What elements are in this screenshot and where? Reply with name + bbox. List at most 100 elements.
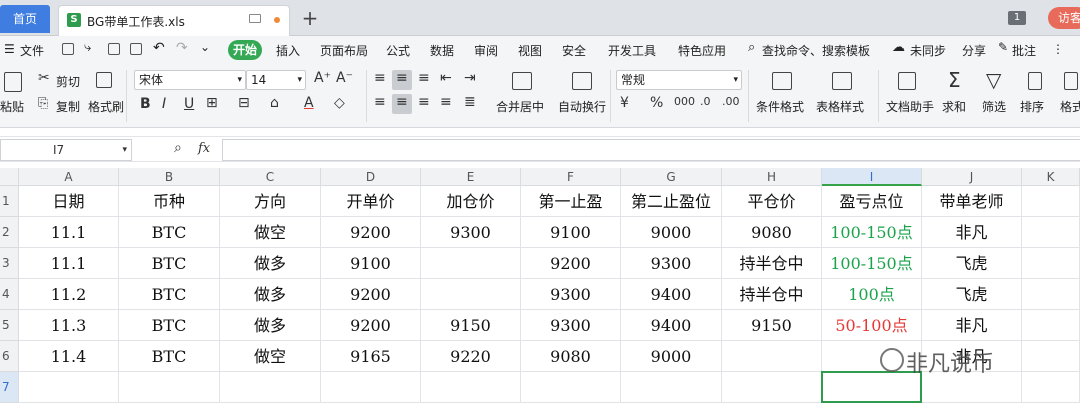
header-cell[interactable]: 日期	[19, 186, 119, 217]
border-icon[interactable]: ⊞	[206, 95, 218, 111]
export-pdf-icon[interactable]: ⤷	[84, 40, 91, 55]
menu-security[interactable]: 安全	[562, 42, 586, 59]
sync-status[interactable]: 未同步	[910, 42, 946, 59]
redo-icon[interactable]: ↷	[176, 40, 188, 56]
table-cell[interactable]: 9300	[521, 279, 621, 310]
table-cell[interactable]: BTC	[119, 217, 220, 248]
table-cell[interactable]	[421, 248, 521, 279]
table-cell[interactable]	[722, 341, 822, 372]
font-color-icon[interactable]: A	[304, 95, 314, 111]
column-header-h[interactable]: H	[722, 168, 822, 186]
bold-icon[interactable]: B	[140, 96, 151, 112]
comment-button[interactable]: 批注	[1012, 42, 1036, 59]
column-header-b[interactable]: B	[119, 168, 220, 186]
table-cell[interactable]: 非凡	[922, 310, 1022, 341]
share-button[interactable]: 分享	[962, 42, 986, 59]
table-cell[interactable]: 100-150点	[822, 248, 922, 279]
table-cell[interactable]	[1022, 279, 1080, 310]
table-cell[interactable]	[119, 372, 220, 403]
table-cell[interactable]: 100-150点	[822, 217, 922, 248]
row-header-7[interactable]: 7	[0, 372, 19, 403]
menu-insert[interactable]: 插入	[276, 42, 300, 59]
header-cell[interactable]: 币种	[119, 186, 220, 217]
save-icon[interactable]	[62, 43, 74, 55]
table-cell[interactable]	[421, 279, 521, 310]
align-left-icon[interactable]: ≡	[374, 94, 386, 110]
column-header-e[interactable]: E	[421, 168, 521, 186]
table-cell[interactable]: 9200	[321, 310, 421, 341]
search-icon[interactable]: ⌕	[748, 40, 755, 55]
table-cell[interactable]: 飞虎	[922, 248, 1022, 279]
paste-icon[interactable]	[4, 72, 22, 92]
clear-format-icon[interactable]: ◇	[334, 95, 345, 111]
table-cell[interactable]: 9300	[521, 310, 621, 341]
select-all-corner[interactable]	[0, 168, 19, 186]
print-icon[interactable]	[108, 43, 120, 55]
table-cell[interactable]: 9220	[421, 341, 521, 372]
table-cell[interactable]: 9165	[321, 341, 421, 372]
decrease-font-icon[interactable]: A⁻	[336, 70, 353, 86]
column-header-g[interactable]: G	[621, 168, 722, 186]
table-cell[interactable]: 9400	[621, 310, 722, 341]
table-cell[interactable]	[722, 372, 822, 403]
menu-data[interactable]: 数据	[430, 42, 454, 59]
table-cell[interactable]	[1022, 310, 1080, 341]
row-header-5[interactable]: 5	[0, 310, 19, 341]
table-cell[interactable]: 9200	[321, 279, 421, 310]
table-cell[interactable]: 100点	[822, 279, 922, 310]
table-cell[interactable]: 9000	[621, 341, 722, 372]
table-cell[interactable]: 非凡	[922, 217, 1022, 248]
table-style-button[interactable]: 表格样式	[816, 98, 864, 115]
menu-view[interactable]: 视图	[518, 42, 542, 59]
row-header-2[interactable]: 2	[0, 217, 19, 248]
command-search[interactable]: 查找命令、搜索模板	[762, 42, 870, 59]
table-cell[interactable]: 11.3	[19, 310, 119, 341]
formula-input[interactable]	[222, 139, 1080, 161]
wrap-text-button[interactable]: 自动换行	[558, 98, 606, 115]
monitor-icon[interactable]	[249, 14, 261, 23]
more-options-icon[interactable]: ⋮	[1052, 42, 1064, 56]
column-header-d[interactable]: D	[321, 168, 421, 186]
table-cell[interactable]: 9300	[621, 248, 722, 279]
align-center-icon[interactable]: ≡	[396, 94, 408, 110]
cut-button[interactable]: 剪切	[56, 73, 80, 90]
table-cell[interactable]: 做多	[220, 310, 321, 341]
table-cell[interactable]: 11.1	[19, 217, 119, 248]
table-cell[interactable]: 9200	[521, 248, 621, 279]
font-size-select[interactable]: 14 ▾	[246, 70, 306, 90]
table-cell[interactable]	[19, 372, 119, 403]
conditional-format-button[interactable]: 条件格式	[756, 98, 804, 115]
align-bottom-icon[interactable]: ≡	[418, 70, 430, 86]
table-cell[interactable]: BTC	[119, 341, 220, 372]
new-tab-button[interactable]: +	[300, 6, 320, 30]
zoom-icon[interactable]: ⌕	[174, 140, 182, 156]
table-cell[interactable]: 9300	[421, 217, 521, 248]
row-header-6[interactable]: 6	[0, 341, 19, 372]
column-header-j[interactable]: J	[922, 168, 1022, 186]
filter-button[interactable]: 筛选	[982, 98, 1006, 115]
doc-helper-button[interactable]: 文档助手	[886, 98, 934, 115]
format-painter-button[interactable]: 格式刷	[88, 98, 124, 115]
align-top-icon[interactable]: ≡	[374, 70, 386, 86]
table-cell[interactable]: 持半仓中	[722, 279, 822, 310]
table-cell[interactable]: 9080	[722, 217, 822, 248]
table-cell[interactable]: 11.1	[19, 248, 119, 279]
table-cell[interactable]	[621, 372, 722, 403]
table-cell[interactable]: 做多	[220, 279, 321, 310]
row-header-3[interactable]: 3	[0, 248, 19, 279]
table-cell[interactable]: 50-100点	[822, 310, 922, 341]
header-cell[interactable]: 方向	[220, 186, 321, 217]
sum-button[interactable]: 求和	[942, 98, 966, 115]
table-cell[interactable]	[1022, 372, 1080, 403]
fill-color-icon[interactable]: ⌂	[270, 95, 279, 111]
tab-file[interactable]: S BG带单工作表.xls	[58, 5, 290, 36]
header-cell[interactable]: 加仓价	[421, 186, 521, 217]
align-right-icon[interactable]: ≡	[418, 94, 430, 110]
decrease-decimal-icon[interactable]: .00	[722, 95, 740, 108]
table-cell[interactable]: 11.4	[19, 341, 119, 372]
table-cell[interactable]: BTC	[119, 310, 220, 341]
table-cell[interactable]: 9150	[722, 310, 822, 341]
table-cell[interactable]: 做空	[220, 341, 321, 372]
table-cell[interactable]	[1022, 341, 1080, 372]
table-cell[interactable]: 9200	[321, 217, 421, 248]
